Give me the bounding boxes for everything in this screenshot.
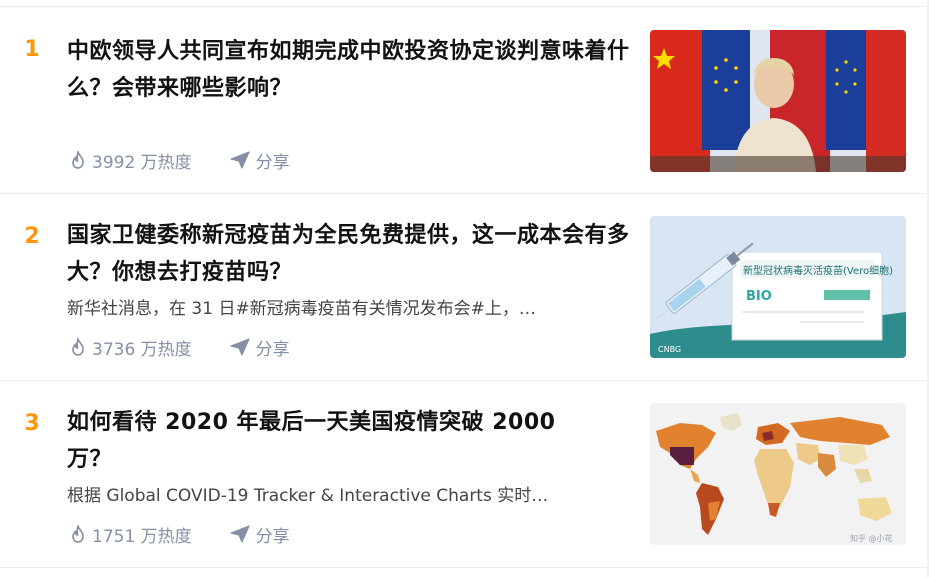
paper-plane-icon [230,525,250,543]
photo-world-map: 知乎 @小花 [650,403,906,545]
share-label: 分享 [255,152,290,173]
item-meta: 1751 万热度 分享 [70,522,290,547]
heat-count: 3736 万热度 [92,339,192,360]
heat-stat: 3992 万热度 [70,148,192,173]
flame-icon [72,151,84,169]
share-label: 分享 [255,526,290,547]
share-button[interactable]: 分享 [230,335,290,360]
hot-list-item[interactable]: 1 中欧领导人共同宣布如期完成中欧投资协定谈判意味着什么？会带来哪些影响？ 39… [0,7,929,193]
flame-icon [72,338,84,356]
item-meta: 3992 万热度 分享 [70,148,290,173]
heat-stat: 1751 万热度 [70,522,192,547]
hot-list-item[interactable]: 3 如何看待 2020 年最后一天美国疫情突破 2000 万？ 根据 Globa… [0,381,929,567]
question-title[interactable]: 国家卫健委称新冠疫苗为全民免费提供，这一成本会有多大？你想去打疫苗吗？ [67,217,637,291]
item-meta: 3736 万热度 分享 [70,335,290,360]
question-title[interactable]: 如何看待 2020 年最后一天美国疫情突破 2000 万？ [67,404,597,478]
svg-text:BIO: BIO [746,289,772,304]
answer-excerpt[interactable]: 根据 Global COVID-19 Tracker & Interactive… [67,484,627,508]
share-label: 分享 [255,339,290,360]
svg-text:CNBG: CNBG [658,345,681,354]
rank-number: 1 [24,37,40,62]
paper-plane-icon [230,151,250,169]
flame-icon [72,525,84,543]
share-button[interactable]: 分享 [230,148,290,173]
photo-vaccine-vial: 新型冠状病毒灭活疫苗(Vero细胞) BIO CNBG [650,216,906,358]
rank-number: 3 [24,411,40,436]
hot-list-item[interactable]: 2 国家卫健委称新冠疫苗为全民免费提供，这一成本会有多大？你想去打疫苗吗？ 新华… [0,194,929,380]
thumbnail-image[interactable] [650,30,906,172]
hot-list: 1 中欧领导人共同宣布如期完成中欧投资协定谈判意味着什么？会带来哪些影响？ 39… [0,0,929,577]
svg-text:新型冠状病毒灭活疫苗(Vero细胞): 新型冠状病毒灭活疫苗(Vero细胞) [743,264,893,277]
share-button[interactable]: 分享 [230,522,290,547]
thumbnail-image[interactable]: 知乎 @小花 [650,403,906,545]
heat-count: 3992 万热度 [92,152,192,173]
answer-excerpt[interactable]: 新华社消息，在 31 日#新冠病毒疫苗有关情况发布会#上，… [67,297,627,321]
heat-count: 1751 万热度 [92,526,192,547]
photo-eu-china-flags [650,30,906,172]
rank-number: 2 [24,224,40,249]
thumbnail-image[interactable]: 新型冠状病毒灭活疫苗(Vero细胞) BIO CNBG [650,216,906,358]
svg-text:知乎 @小花: 知乎 @小花 [850,533,893,543]
paper-plane-icon [230,338,250,356]
heat-stat: 3736 万热度 [70,335,192,360]
question-title[interactable]: 中欧领导人共同宣布如期完成中欧投资协定谈判意味着什么？会带来哪些影响？ [67,33,637,107]
divider [0,567,929,568]
